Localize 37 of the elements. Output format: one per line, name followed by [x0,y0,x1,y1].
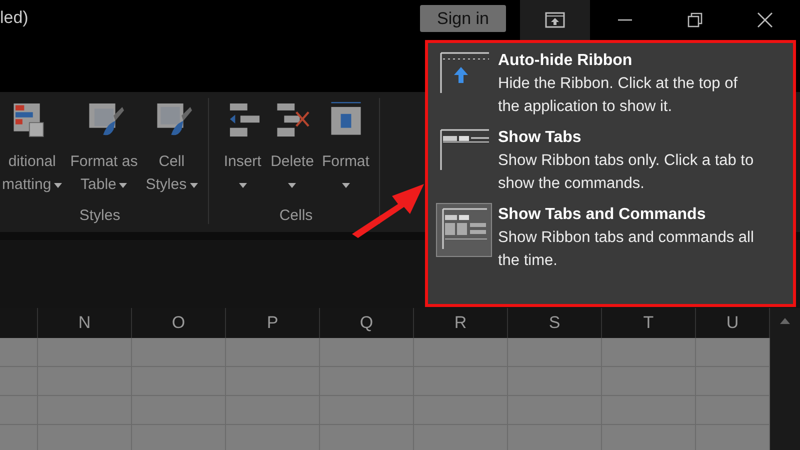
ribbon-command-button[interactable]: Cell Styles [144,98,200,207]
ribbon-command-button[interactable]: Delete [268,98,316,207]
ribbon-command-button[interactable]: ditional matting [0,98,64,207]
grid-cell[interactable] [696,367,770,396]
dropdown-arrow-icon [238,183,247,188]
grid-cell[interactable] [226,338,320,367]
minimize-icon [617,18,633,22]
scroll-up-arrow-icon[interactable] [780,318,790,324]
grid-cell[interactable] [414,338,508,367]
menu-item[interactable]: Show Tabs Show Ribbon tabs only. Click a tab to show the commands. [436,126,785,195]
group-label: Cells [279,207,313,224]
ribbon-display-options-button[interactable] [520,0,590,40]
grid-cell[interactable] [0,338,38,367]
menu-item[interactable]: Show Tabs and Commands Show Ribbon tabs and commands all the time. [436,203,785,272]
sign-in-button[interactable]: Sign in [420,5,506,32]
group-label: Styles [79,207,120,224]
close-icon [757,12,773,28]
dropdown-arrow-icon [288,183,296,188]
grid-cell[interactable] [696,338,770,367]
grid-cell[interactable] [696,425,770,450]
ribbon-display-icon [545,12,565,28]
ribbon-command-button[interactable]: Insert [220,98,265,207]
restore-icon [687,12,703,28]
dropdown-arrow-icon [190,182,198,188]
grid-cell[interactable] [320,338,414,367]
menu-item[interactable]: Auto-hide Ribbon Hide the Ribbon. Click at the top of the application to show it. [436,49,785,118]
grid-cell[interactable] [602,338,696,367]
ribbon-command-button[interactable]: Format [320,98,372,207]
grid-cell[interactable] [132,338,226,367]
ribbon-command-button[interactable]: Format as Table [68,98,140,207]
window-title: led) [0,8,28,28]
grid-cell[interactable] [696,396,770,425]
grid-cell[interactable] [508,338,602,367]
dropdown-arrow-icon [54,182,62,188]
grid-cell[interactable] [38,338,132,367]
dropdown-arrow-icon [342,183,350,188]
dropdown-arrow-icon [119,182,128,188]
